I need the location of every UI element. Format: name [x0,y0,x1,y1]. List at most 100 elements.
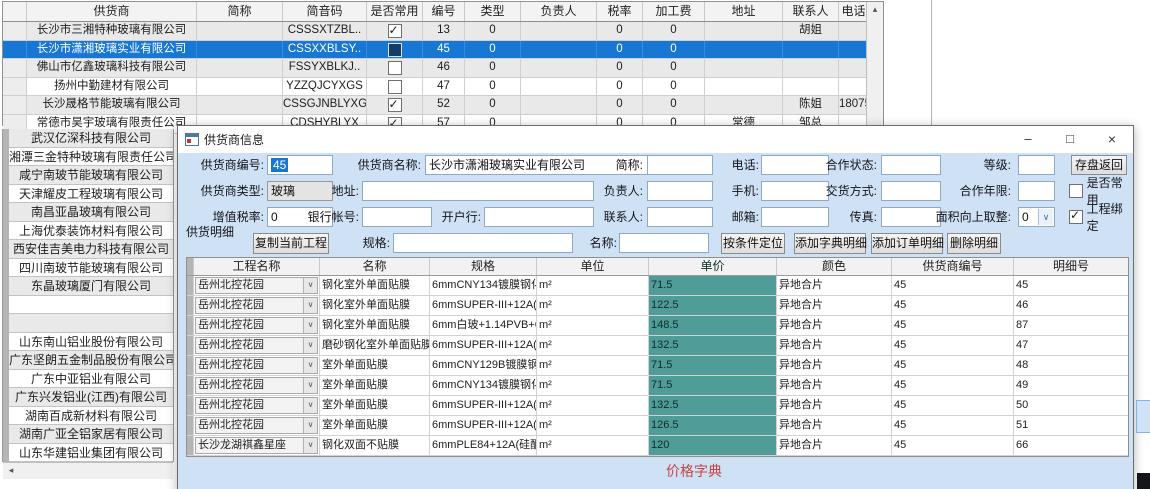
common-use-checkbox[interactable] [1069,184,1083,198]
header-abbr[interactable]: 简称 [197,2,283,21]
header-fee[interactable]: 加工费 [643,2,705,21]
detail-row[interactable]: 岳州北控花园 ∨ 室外单面贴膜 6mmCNY134镀膜钢化 m² 71.5 异地… [187,376,1128,396]
detail-header-unit[interactable]: 单位 [537,258,649,275]
detail-row-selector[interactable] [187,376,194,395]
detail-row[interactable]: 岳州北控花园 ∨ 室外单面贴膜 6mmSUPER-III+12A(硅.. m² … [187,416,1128,436]
project-combobox[interactable]: 岳州北控花园 ∨ [195,377,318,394]
add-dict-detail-button[interactable]: 添加字典明细 [794,233,866,254]
list-item[interactable] [9,314,173,333]
horizontal-scrollbar[interactable]: ◂ [3,462,173,479]
chevron-down-icon[interactable]: ∨ [303,378,317,393]
list-item[interactable]: 广东中亚铝业有限公司 [9,370,173,389]
list-item[interactable]: 湖南广亚全铝家居有限公司 [9,425,173,444]
list-item[interactable]: 山东南山铝业股份有限公司 [9,333,173,352]
list-item[interactable]: 广东坚朗五金制品股份有限公司 [9,351,173,370]
common-checkbox[interactable] [388,61,402,75]
detail-header-project[interactable]: 工程名称 [194,258,320,275]
chevron-down-icon[interactable]: ∨ [303,438,317,453]
manager-field[interactable] [647,181,713,201]
list-item[interactable]: 湖南百成新材料有限公司 [9,407,173,426]
header-code[interactable]: 简音码 [283,2,367,21]
table-row[interactable]: 扬州中勤建材有限公司 YZZQJCYXGS 47 0 0 0 [3,78,883,97]
coop-years-field[interactable] [1018,181,1055,201]
detail-header-price[interactable]: 单价 [649,258,777,275]
detail-row[interactable]: 岳州北控花园 ∨ 磨砂钢化室外单面贴膜 6mmSUPER-III+12A(硅..… [187,336,1128,356]
detail-row[interactable]: 岳州北控花园 ∨ 室外单面贴膜 6mmSUPER-III+12A(硅.. m² … [187,396,1128,416]
detail-row-selector[interactable] [187,336,194,355]
project-combobox[interactable]: 岳州北控花园 ∨ [195,397,318,414]
project-bind-checkbox[interactable] [1069,210,1083,224]
scroll-up-icon[interactable]: ▴ [867,2,883,17]
supplier-no-field[interactable]: 45 [267,155,333,175]
chevron-down-icon[interactable]: ∨ [303,298,317,313]
chevron-down-icon[interactable]: ∨ [303,358,317,373]
scroll-left-icon[interactable]: ◂ [3,463,19,479]
list-item[interactable]: 天津耀皮工程玻璃有限公司 [9,185,173,204]
header-common[interactable]: 是否常用 [367,2,423,21]
detail-row[interactable]: 岳州北控花园 ∨ 钢化室外单面贴膜 6mm白玻+1.14PVB+6mm.. m²… [187,316,1128,336]
add-order-detail-button[interactable]: 添加订单明细 [871,233,943,254]
project-combobox[interactable]: 岳州北控花园 ∨ [195,317,318,334]
area-round-up-combobox[interactable]: 0 ∨ [1018,207,1055,227]
project-bind-checkbox-field[interactable]: 工程绑定 [1069,207,1133,227]
list-item[interactable]: 湘潭三金特种玻璃有限责任公司 [9,148,173,167]
header-address[interactable]: 地址 [705,2,783,21]
row-selector[interactable] [3,22,27,40]
chevron-down-icon[interactable]: ∨ [303,418,317,433]
dialog-titlebar[interactable]: 供货商信息 – □ × [178,126,1133,153]
bank-account-field[interactable] [362,207,432,227]
list-item[interactable] [9,296,173,315]
detail-row-selector[interactable] [187,436,194,455]
detail-row[interactable]: 岳州北控花园 ∨ 钢化室外单面贴膜 6mmCNY134镀膜钢化 m² 71.5 … [187,276,1128,296]
detail-header-spec[interactable]: 规格 [430,258,537,275]
list-item[interactable]: 咸宁南玻节能玻璃有限公司 [9,166,173,185]
header-supplier[interactable]: 供货商 [27,2,197,21]
list-item[interactable]: 四川南玻节能玻璃有限公司 [9,259,173,278]
email-field[interactable] [761,207,829,227]
detail-row-selector[interactable] [187,356,194,375]
delivery-method-field[interactable] [881,181,941,201]
project-combobox[interactable]: 岳州北控花园 ∨ [195,417,318,434]
list-item[interactable]: 南昌亚晶玻璃有限公司 [9,203,173,222]
row-selector[interactable] [3,78,27,96]
save-return-button[interactable]: 存盘返回 [1071,155,1127,175]
header-contact[interactable]: 联系人 [783,2,839,21]
detail-row-selector[interactable] [187,396,194,415]
common-use-checkbox-field[interactable]: 是否常用 [1069,181,1133,201]
detail-row-selector[interactable] [187,296,194,315]
detail-header-supplier-no[interactable]: 供货商编号 [892,258,1014,275]
list-item[interactable]: 东晶玻璃厦门有限公司 [9,277,173,296]
table-row[interactable]: 长沙市潇湘玻璃实业有限公司 CSSXXBLSY.. 45 0 0 0 [3,41,883,60]
project-combobox[interactable]: 岳州北控花园 ∨ [195,277,318,294]
table-row[interactable]: 长沙市三湘特种玻璃有限公司 CSSSXTZBL.. 13 0 0 0 胡姐 [3,22,883,41]
common-checkbox[interactable] [388,24,402,38]
detail-header-color[interactable]: 颜色 [777,258,892,275]
detail-row-selector[interactable] [187,316,194,335]
row-selector[interactable] [3,96,27,114]
header-phone[interactable]: 电话 [839,2,868,21]
project-combobox[interactable]: 岳州北控花园 ∨ [195,297,318,314]
row-selector[interactable] [3,41,27,59]
address-field[interactable] [362,181,594,201]
header-manager[interactable]: 负责人 [521,2,597,21]
detail-row[interactable]: 长沙龙湖祺鑫星座 ∨ 钢化双面不贴膜 6mmPLE84+12A(硅酮胶.. m²… [187,436,1128,456]
detail-header-name[interactable]: 名称 [320,258,430,275]
list-item[interactable]: 武汉亿深科技有限公司 [9,129,173,148]
detail-row-selector[interactable] [187,276,194,295]
header-type[interactable]: 类型 [465,2,521,21]
grade-field[interactable] [1018,155,1055,175]
copy-current-project-button[interactable]: 复制当前工程 [253,233,329,254]
list-item[interactable]: 上海优泰装饰材料有限公司 [9,222,173,241]
common-checkbox[interactable] [388,98,402,112]
list-item[interactable]: 广东兴发铝业(江西)有限公司 [9,388,173,407]
detail-row-selector[interactable] [187,416,194,435]
coop-status-field[interactable] [881,155,941,175]
contact-field[interactable] [647,207,713,227]
vertical-scrollbar[interactable]: ▴ [866,2,883,125]
table-row[interactable]: 长沙晟格节能玻璃有限公司 CSSGJNBLYXGS 52 0 0 0 陈姐 18… [3,96,883,115]
delete-detail-button[interactable]: 删除明细 [947,233,1001,254]
locate-by-condition-button[interactable]: 按条件定位 [721,233,785,254]
list-item[interactable]: 山东华建铝业集团有限公司 [9,444,173,463]
project-combobox[interactable]: 长沙龙湖祺鑫星座 ∨ [195,437,318,454]
name-filter-input[interactable] [619,233,709,253]
